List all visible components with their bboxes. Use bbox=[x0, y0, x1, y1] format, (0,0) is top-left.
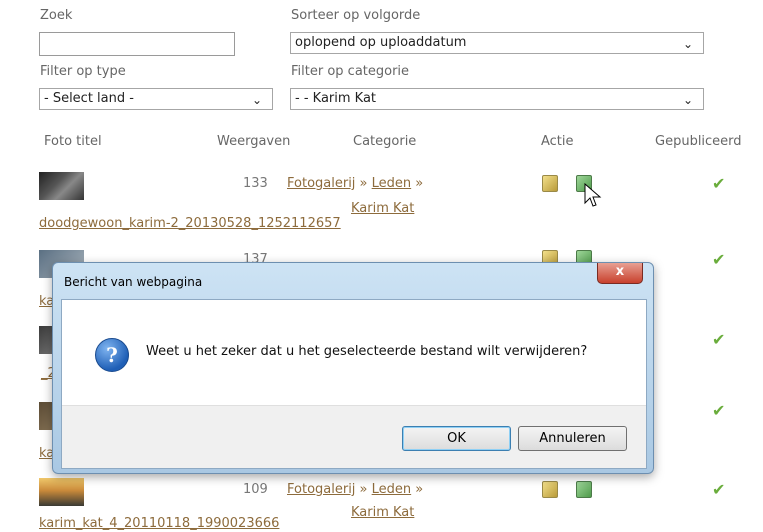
delete-icon[interactable] bbox=[576, 481, 592, 498]
sort-select[interactable]: oplopend op uploaddatum ⌄ bbox=[290, 32, 704, 54]
category-link-leden[interactable]: Leden bbox=[372, 482, 412, 497]
ok-button[interactable]: OK bbox=[402, 426, 511, 451]
mouse-cursor-icon bbox=[584, 183, 602, 207]
edit-icon[interactable] bbox=[542, 175, 558, 192]
confirm-dialog: Bericht van webpagina x ? Weet u het zek… bbox=[52, 262, 654, 474]
category-filter-value: - - Karim Kat bbox=[295, 91, 377, 106]
chevron-down-icon: ⌄ bbox=[251, 93, 262, 107]
search-label: Zoek bbox=[40, 8, 73, 23]
views-count: 109 bbox=[243, 482, 268, 497]
column-header-action: Actie bbox=[541, 134, 574, 149]
type-filter-value: - Select land - bbox=[44, 91, 134, 106]
category-filter-label: Filter op categorie bbox=[291, 64, 410, 79]
photo-thumbnail[interactable] bbox=[39, 172, 84, 200]
dialog-message: Weet u het zeker dat u het geselecteerde… bbox=[146, 344, 588, 359]
dialog-body: ? Weet u het zeker dat u het geselecteer… bbox=[61, 299, 647, 469]
column-header-title: Foto titel bbox=[44, 134, 102, 149]
category-filter-select[interactable]: - - Karim Kat ⌄ bbox=[290, 88, 704, 110]
check-icon: ✔ bbox=[712, 250, 726, 269]
photo-thumbnail[interactable] bbox=[39, 478, 84, 506]
check-icon: ✔ bbox=[712, 480, 726, 499]
close-icon: x bbox=[615, 264, 625, 279]
check-icon: ✔ bbox=[712, 401, 726, 420]
check-icon: ✔ bbox=[712, 174, 726, 193]
chevron-down-icon: ⌄ bbox=[682, 93, 693, 107]
category-link-leden[interactable]: Leden bbox=[372, 176, 412, 191]
column-header-views: Weergaven bbox=[217, 134, 291, 149]
type-filter-label: Filter op type bbox=[40, 64, 126, 79]
photo-filename-link[interactable]: karim_kat_4_20110118_1990023666 bbox=[39, 516, 279, 531]
cancel-button[interactable]: Annuleren bbox=[518, 426, 627, 451]
views-count: 133 bbox=[243, 176, 268, 191]
category-link-fotogalerij[interactable]: Fotogalerij bbox=[287, 482, 355, 497]
dialog-footer: OK Annuleren bbox=[62, 405, 646, 468]
question-icon: ? bbox=[95, 338, 129, 372]
column-header-category: Categorie bbox=[353, 134, 417, 149]
photo-filename-link[interactable]: doodgewoon_karim-2_20130528_1252112657 bbox=[39, 216, 341, 231]
category-link-fotogalerij[interactable]: Fotogalerij bbox=[287, 176, 355, 191]
chevron-down-icon: ⌄ bbox=[682, 37, 693, 51]
category-link-karim-kat[interactable]: Karim Kat bbox=[351, 505, 414, 520]
dialog-title: Bericht van webpagina bbox=[64, 275, 203, 289]
sort-select-value: oplopend op uploaddatum bbox=[295, 35, 467, 50]
category-link-karim-kat[interactable]: Karim Kat bbox=[351, 201, 414, 216]
close-button[interactable]: x bbox=[597, 263, 643, 284]
sort-label: Sorteer op volgorde bbox=[291, 8, 421, 23]
category-path: Fotogalerij » Leden » bbox=[287, 176, 424, 191]
column-header-published: Gepubliceerd bbox=[655, 134, 742, 149]
type-filter-select[interactable]: - Select land - ⌄ bbox=[39, 88, 273, 110]
search-input[interactable] bbox=[39, 32, 235, 56]
edit-icon[interactable] bbox=[542, 481, 558, 498]
category-path: Fotogalerij » Leden » bbox=[287, 482, 424, 497]
check-icon: ✔ bbox=[712, 330, 726, 349]
